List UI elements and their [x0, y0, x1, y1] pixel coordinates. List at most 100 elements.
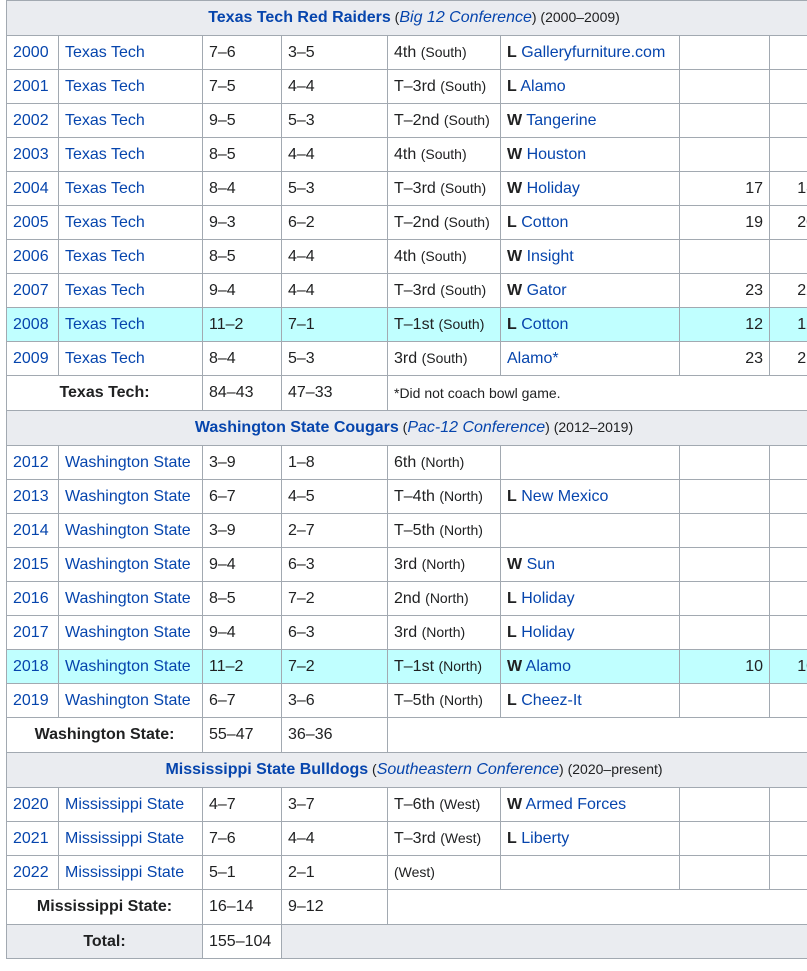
team-season-link[interactable]: Washington State: [65, 692, 191, 709]
bowl-game-link[interactable]: Holiday: [521, 624, 574, 641]
team-season-link[interactable]: Washington State: [65, 522, 191, 539]
conference-record: 5–3: [281, 171, 388, 206]
season-year-link[interactable]: 2002: [13, 112, 49, 129]
section-team-link[interactable]: Mississippi State Bulldogs: [165, 761, 368, 778]
season-year-link[interactable]: 2015: [13, 556, 49, 573]
season-year-link[interactable]: 2022: [13, 864, 49, 881]
team-cell: Washington State: [58, 445, 203, 480]
bowl-game-link[interactable]: Armed Forces: [526, 796, 626, 813]
team-cell: Texas Tech: [58, 171, 203, 206]
team-season-link[interactable]: Texas Tech: [65, 282, 145, 299]
team-season-link[interactable]: Washington State: [65, 454, 191, 471]
season-year-link[interactable]: 2017: [13, 624, 49, 641]
section-conference-link[interactable]: Pac-12 Conference: [407, 419, 545, 436]
standing-value: T–3rd: [394, 179, 436, 197]
team-season-link[interactable]: Washington State: [65, 590, 191, 607]
summary-note: [386, 717, 807, 753]
season-year-link[interactable]: 2008: [13, 316, 49, 333]
year-cell: 2021: [6, 821, 59, 856]
season-year-link[interactable]: 2021: [13, 830, 49, 847]
coaches-poll-rank: [679, 103, 770, 138]
team-season-link[interactable]: Texas Tech: [65, 316, 145, 333]
bowl-game-link[interactable]: Cotton: [521, 214, 568, 231]
season-year-link[interactable]: 2020: [13, 796, 49, 813]
section-team-link[interactable]: Washington State Cougars: [195, 419, 399, 436]
bowl-game-link[interactable]: Sun: [527, 556, 555, 573]
season-year-link[interactable]: 2019: [13, 692, 49, 709]
season-year-link[interactable]: 2003: [13, 146, 49, 163]
season-year-link[interactable]: 2014: [13, 522, 49, 539]
bowl-game-link[interactable]: Tangerine: [526, 112, 596, 129]
bowl-game-link[interactable]: Houston: [527, 146, 587, 163]
standing-value: T–3rd: [394, 281, 436, 299]
team-season-link[interactable]: Washington State: [65, 658, 191, 675]
bowl-game-link[interactable]: Gator: [527, 282, 567, 299]
season-year-link[interactable]: 2007: [13, 282, 49, 299]
season-year-link[interactable]: 2004: [13, 180, 49, 197]
bowl-game-link[interactable]: Alamo*: [507, 350, 559, 367]
season-year-link[interactable]: 2016: [13, 590, 49, 607]
bowl-game-link[interactable]: New Mexico: [521, 488, 608, 505]
coaches-poll-rank: [679, 821, 770, 856]
standing-cell: T–2nd (South): [387, 103, 501, 138]
bowl-result: L: [507, 691, 517, 709]
summary-overall-record: 16–14: [202, 889, 282, 925]
team-season-link[interactable]: Texas Tech: [65, 180, 145, 197]
ap-poll-rank: [768, 787, 807, 822]
team-season-link[interactable]: Washington State: [65, 624, 191, 641]
team-season-link[interactable]: Washington State: [65, 488, 191, 505]
summary-note: [386, 889, 807, 925]
season-year-link[interactable]: 2013: [13, 488, 49, 505]
standing-cell: 2nd (North): [387, 581, 501, 616]
conference-record: 4–4: [281, 821, 388, 856]
season-year-link[interactable]: 2012: [13, 454, 49, 471]
bowl-cell: W Houston: [500, 137, 680, 172]
overall-record: 9–4: [202, 273, 282, 308]
bowl-cell: [500, 445, 680, 480]
bowl-game-link[interactable]: Alamo: [526, 658, 571, 675]
team-season-link[interactable]: Texas Tech: [65, 112, 145, 129]
section-conference-link[interactable]: Big 12 Conference: [399, 9, 532, 26]
team-season-link[interactable]: Texas Tech: [65, 146, 145, 163]
bowl-game-link[interactable]: Insight: [527, 248, 574, 265]
standing-value: 3rd: [394, 555, 418, 573]
bowl-game-link[interactable]: Cotton: [521, 316, 568, 333]
team-season-link[interactable]: Washington State: [65, 556, 191, 573]
section-years: 2020–present: [572, 761, 658, 777]
team-season-link[interactable]: Texas Tech: [65, 248, 145, 265]
section-conference-link[interactable]: Southeastern Conference: [377, 761, 559, 778]
team-season-link[interactable]: Mississippi State: [65, 864, 184, 881]
team-cell: Washington State: [58, 683, 203, 718]
team-season-link[interactable]: Mississippi State: [65, 830, 184, 847]
bowl-game-link[interactable]: Holiday: [527, 180, 580, 197]
bowl-cell: L New Mexico: [500, 479, 680, 514]
coaching-record-table: Texas Tech Red Raiders (Big 12 Conferenc…: [5, 0, 807, 959]
season-year-link[interactable]: 2005: [13, 214, 49, 231]
division-label: (North): [439, 691, 483, 708]
team-season-link[interactable]: Texas Tech: [65, 214, 145, 231]
bowl-cell: L Alamo: [500, 69, 680, 104]
season-year-link[interactable]: 2009: [13, 350, 49, 367]
team-season-link[interactable]: Texas Tech: [65, 44, 145, 61]
team-season-link[interactable]: Texas Tech: [65, 78, 145, 95]
season-row: 2005 Texas Tech 9–3 6–2 T–2nd (South) L Cotto…: [6, 205, 807, 240]
season-year-link[interactable]: 2001: [13, 78, 49, 95]
bowl-game-link[interactable]: Galleryfurniture.com: [521, 44, 665, 61]
bowl-game-link[interactable]: Alamo: [520, 78, 565, 95]
bowl-game-link[interactable]: Cheez-It: [521, 692, 581, 709]
season-year-link[interactable]: 2018: [13, 658, 49, 675]
team-season-link[interactable]: Texas Tech: [65, 350, 145, 367]
season-year-link[interactable]: 2006: [13, 248, 49, 265]
season-year-link[interactable]: 2000: [13, 44, 49, 61]
overall-record: 7–6: [202, 821, 282, 856]
season-row: 2019 Washington State 6–7 3–6 T–5th (North) L…: [6, 683, 807, 718]
section-team-link[interactable]: Texas Tech Red Raiders: [208, 9, 391, 26]
season-row: 2013 Washington State 6–7 4–5 T–4th (North) L…: [6, 479, 807, 514]
bowl-cell: W Sun: [500, 547, 680, 582]
bowl-game-link[interactable]: Holiday: [521, 590, 574, 607]
bowl-game-link[interactable]: Liberty: [521, 830, 569, 847]
ap-poll-rank: 18: [768, 171, 807, 206]
team-season-link[interactable]: Mississippi State: [65, 796, 184, 813]
division-label: (West): [394, 863, 435, 880]
year-cell: 2002: [6, 103, 59, 138]
